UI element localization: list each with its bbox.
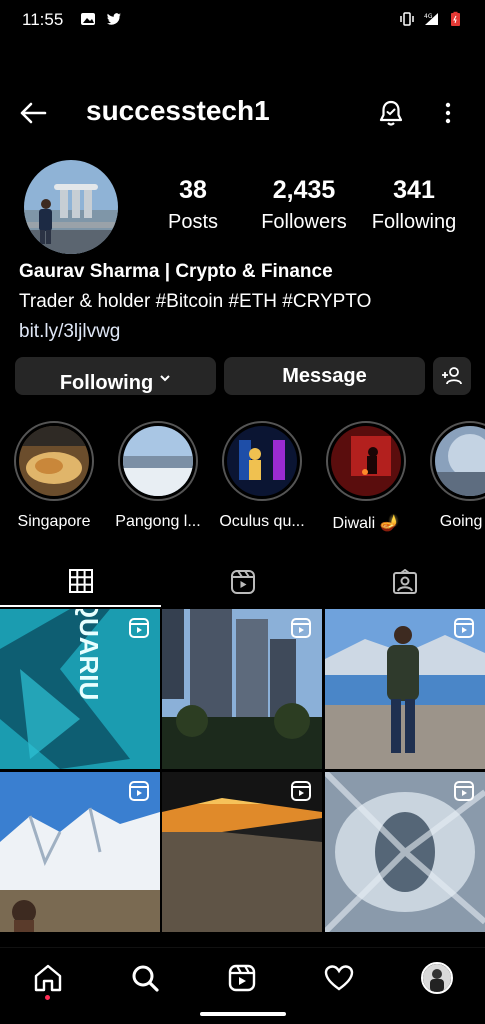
reel-badge-icon: [291, 781, 311, 801]
story-highlights: Singapore Pangong l... Oculus qu... Diwa…: [0, 421, 485, 533]
highlight-thumbnail: [331, 426, 401, 496]
profile-avatar[interactable]: [421, 962, 453, 994]
highlight-label: Diwali 🪔: [332, 515, 400, 532]
following-button[interactable]: Following: [15, 357, 216, 395]
tab-tagged[interactable]: [324, 557, 485, 607]
reels-icon[interactable]: [226, 962, 258, 994]
tab-reels[interactable]: [162, 557, 323, 607]
bottom-navigation: [0, 947, 485, 1024]
image-icon: [81, 13, 95, 25]
heart-icon[interactable]: [323, 962, 355, 994]
signal-4g-icon: 4G: [424, 13, 438, 25]
profile-name: Gaurav Sharma | Crypto & Finance: [19, 261, 333, 282]
posts-grid: QUARIU: [0, 609, 485, 945]
gesture-bar: [200, 1012, 286, 1016]
post-thumbnail[interactable]: [162, 609, 322, 769]
highlight-label: Oculus qu...: [219, 513, 305, 530]
status-time: 11:55: [22, 10, 64, 29]
grid-icon: [68, 569, 93, 593]
message-button-label: Message: [282, 364, 367, 387]
profile-username: successtech1: [86, 95, 270, 126]
highlight-item[interactable]: Diwali 🪔: [316, 421, 416, 533]
post-thumbnail[interactable]: [325, 609, 485, 769]
following-button-label: Following: [59, 371, 154, 394]
highlight-item[interactable]: Singapore: [4, 421, 104, 531]
following-label: Following: [371, 211, 457, 233]
reel-badge-icon: [129, 781, 149, 801]
reel-badge-icon: [454, 618, 474, 638]
add-person-icon: [442, 367, 462, 385]
posts-label: Posts: [167, 211, 219, 233]
highlight-thumbnail: [19, 426, 89, 496]
followers-stat[interactable]: 2,435 Followers: [254, 176, 354, 234]
notification-dot: [45, 995, 50, 1000]
back-arrow-icon[interactable]: [18, 99, 48, 127]
highlight-thumbnail: [435, 426, 485, 496]
tab-posts-grid[interactable]: [0, 557, 161, 607]
twitter-icon: [107, 13, 121, 25]
highlight-item[interactable]: Pangong l...: [108, 421, 208, 531]
search-icon[interactable]: [129, 962, 161, 994]
suggested-users-button[interactable]: [433, 357, 471, 395]
post-thumbnail[interactable]: [162, 772, 322, 932]
bio-link[interactable]: bit.ly/3ljlvwg: [19, 321, 479, 343]
profile-bio: Gaurav Sharma | Crypto & Finance Trader …: [19, 261, 479, 343]
profile-tabs: [0, 557, 485, 607]
highlight-thumbnail: [227, 426, 297, 496]
profile-avatar[interactable]: [24, 160, 118, 254]
bio-text: Trader & holder #Bitcoin #ETH #CRYPTO: [19, 291, 372, 312]
posts-stat[interactable]: 38 Posts: [150, 176, 236, 234]
highlight-label: Going to: [439, 513, 485, 530]
post-thumbnail[interactable]: [325, 772, 485, 932]
svg-text:4G: 4G: [424, 13, 433, 20]
vibrate-icon: [400, 12, 414, 26]
followers-label: Followers: [261, 211, 347, 233]
reel-badge-icon: [291, 618, 311, 638]
status-bar: 11:55 4G: [0, 0, 485, 40]
battery-icon: [451, 11, 460, 26]
post-thumbnail[interactable]: [0, 772, 160, 932]
message-button[interactable]: Message: [224, 357, 425, 395]
svg-text:QUARIU: QUARIU: [74, 609, 104, 700]
reels-icon: [230, 570, 255, 594]
highlight-label: Pangong l...: [115, 513, 201, 530]
highlight-label: Singapore: [17, 513, 91, 530]
following-stat[interactable]: 341 Following: [366, 176, 462, 234]
home-icon[interactable]: [32, 962, 64, 994]
highlight-item[interactable]: Oculus qu...: [212, 421, 312, 531]
post-thumbnail[interactable]: QUARIU: [0, 609, 160, 769]
reel-badge-icon: [454, 781, 474, 801]
posts-count: 38: [179, 176, 207, 204]
highlight-thumbnail: [123, 426, 193, 496]
followers-count: 2,435: [272, 176, 336, 204]
bell-icon[interactable]: [377, 98, 405, 128]
reel-badge-icon: [129, 618, 149, 638]
highlight-item[interactable]: Going to: [420, 421, 485, 531]
tagged-icon: [392, 569, 417, 594]
profile-header: successtech1: [0, 90, 485, 136]
chevron-down-icon: [160, 375, 170, 382]
more-vertical-icon[interactable]: [436, 98, 460, 128]
following-count: 341: [393, 176, 435, 204]
